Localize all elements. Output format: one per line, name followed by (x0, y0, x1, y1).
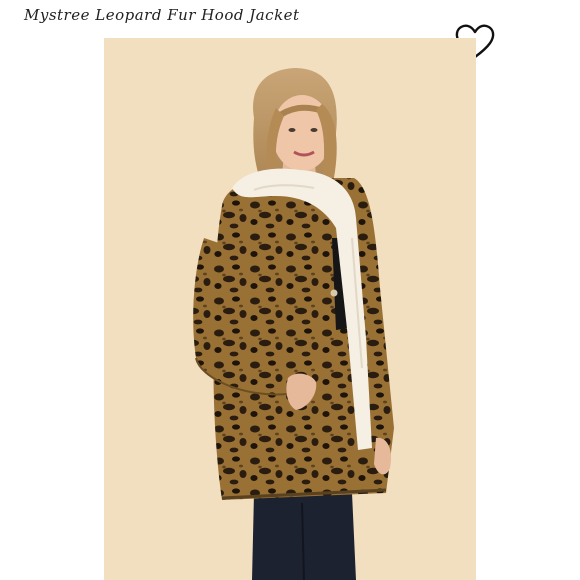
product-photo[interactable] (104, 38, 476, 580)
model-image (104, 38, 476, 580)
product-title: Mystree Leopard Fur Hood Jacket (24, 6, 300, 24)
listing-page: Mystree Leopard Fur Hood Jacket (0, 0, 580, 580)
